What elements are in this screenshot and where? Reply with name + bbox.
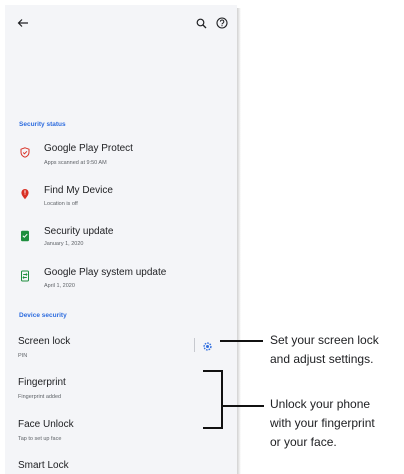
- item-title: Screen lock: [18, 336, 71, 347]
- item-subtitle: April 1, 2020: [44, 283, 75, 289]
- search-icon[interactable]: [193, 15, 209, 31]
- system-update-icon: [19, 270, 31, 282]
- gear-icon[interactable]: [202, 339, 214, 351]
- item-title: Google Play Protect: [44, 143, 133, 154]
- bracket-spine: [221, 370, 223, 429]
- location-pin-icon: [19, 188, 31, 200]
- back-arrow-icon[interactable]: [15, 15, 31, 31]
- bracket-bottom: [203, 427, 223, 429]
- callout-line: Unlock your phone: [270, 397, 371, 411]
- item-subtitle: January 1, 2020: [44, 241, 84, 247]
- list-item-find-my-device[interactable]: Find My Device Location is off: [5, 181, 237, 215]
- list-item-security-update[interactable]: Security update January 1, 2020: [5, 222, 237, 256]
- item-subtitle: PIN: [18, 353, 28, 359]
- security-update-icon: [19, 230, 31, 242]
- callout-unlock: Unlock your phone with your fingerprint …: [270, 395, 375, 452]
- bracket-top: [203, 370, 223, 372]
- callout-leader-line: [223, 405, 264, 407]
- list-item-smart-lock[interactable]: Smart Lock: [5, 457, 237, 474]
- item-subtitle: Location is off: [44, 201, 78, 207]
- row-divider: [194, 338, 195, 352]
- settings-screen: Security status Google Play Protect Apps…: [5, 5, 237, 474]
- item-subtitle: Apps scanned at 9:50 AM: [44, 160, 107, 166]
- item-title: Smart Lock: [18, 460, 69, 471]
- section-header-device-security: Device security: [19, 312, 67, 319]
- list-item-face-unlock[interactable]: Face Unlock Tap to set up face: [5, 414, 237, 448]
- callout-line: or your face.: [270, 435, 337, 449]
- list-item-google-play-system-update[interactable]: Google Play system update April 1, 2020: [5, 263, 237, 297]
- shield-icon: [19, 146, 31, 158]
- item-title: Face Unlock: [18, 419, 74, 430]
- list-item-fingerprint[interactable]: Fingerprint Fingerprint added: [5, 372, 237, 406]
- item-subtitle: Tap to set up face: [18, 436, 62, 442]
- callout-leader-line: [220, 340, 263, 342]
- callout-line: Set your screen lock: [270, 333, 379, 347]
- callout-line: with your fingerprint: [270, 416, 375, 430]
- item-subtitle: Fingerprint added: [18, 394, 62, 400]
- callout-screen-lock: Set your screen lock and adjust settings…: [270, 331, 379, 369]
- help-icon[interactable]: [214, 15, 230, 31]
- item-title: Google Play system update: [44, 267, 167, 278]
- item-title: Find My Device: [44, 185, 113, 196]
- item-title: Security update: [44, 226, 114, 237]
- item-title: Fingerprint: [18, 377, 66, 388]
- section-header-security-status: Security status: [19, 121, 66, 128]
- list-item-google-play-protect[interactable]: Google Play Protect Apps scanned at 9:50…: [5, 140, 237, 174]
- callout-line: and adjust settings.: [270, 352, 374, 366]
- top-app-bar: [5, 5, 237, 41]
